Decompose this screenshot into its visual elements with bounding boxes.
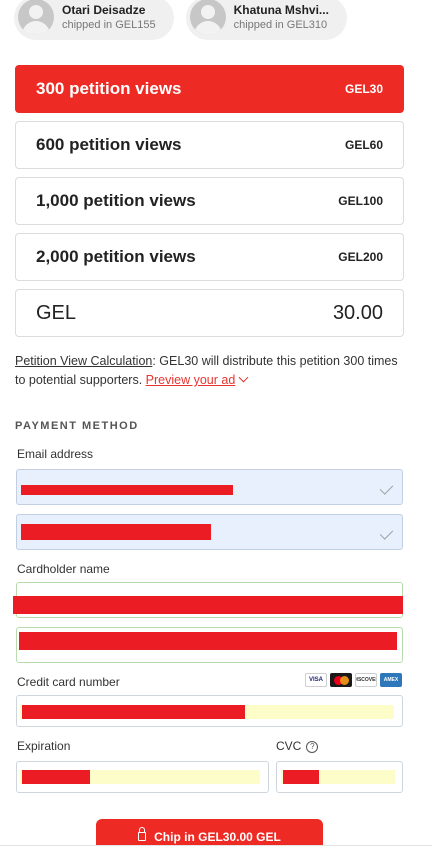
chip-in-label: Chip in GEL30.00 GEL (154, 830, 281, 844)
check-icon (379, 526, 394, 540)
supporter-chip: Otari Deisadze chipped in GEL155 (14, 0, 174, 40)
supporter-note: chipped in GEL310 (233, 18, 328, 31)
tier-option-300[interactable]: 300 petition views GEL30 (15, 65, 404, 113)
cvc-label: CVC? (276, 739, 319, 753)
chevron-down-icon[interactable] (238, 372, 249, 383)
card-number-field[interactable] (16, 695, 403, 727)
redaction-bar (22, 770, 90, 784)
card-number-label: Credit card number (17, 675, 120, 689)
email-label: Email address (17, 447, 94, 461)
avatar (189, 0, 226, 35)
mastercard-icon (330, 673, 352, 687)
redaction-bar (21, 524, 211, 540)
preview-ad-link[interactable]: Preview your ad (146, 373, 236, 387)
help-icon[interactable]: ? (306, 740, 319, 753)
redaction-bar (283, 770, 319, 784)
card-brand-icons: VISA DISCOVER AMEX (305, 673, 402, 687)
tier-label: 1,000 petition views (36, 191, 196, 210)
calculation-text: Petition View Calculation: GEL30 will di… (15, 352, 400, 390)
cardholder-label: Cardholder name (17, 562, 110, 576)
supporter-name: Otari Deisadze (62, 2, 146, 17)
calculation-link[interactable]: Petition View Calculation (15, 354, 152, 368)
tier-label: 300 petition views (36, 79, 182, 98)
email-field[interactable] (16, 469, 403, 505)
tier-option-2000[interactable]: 2,000 petition views GEL200 (15, 233, 404, 281)
redaction-bar (13, 596, 403, 614)
cardholder-second-field[interactable] (16, 627, 403, 663)
currency-label: GEL (36, 301, 77, 324)
redaction-bar (19, 632, 397, 650)
expiration-label: Expiration (17, 739, 71, 753)
tier-label: 600 petition views (36, 135, 182, 154)
tier-label: 2,000 petition views (36, 247, 196, 266)
custom-amount-input[interactable]: GEL 30.00 (15, 289, 404, 337)
redaction-bar (22, 705, 245, 719)
supporter-chip: Khatuna Mshvi... chipped in GEL310 (185, 0, 347, 40)
email-confirm-field[interactable] (16, 514, 403, 550)
tier-option-600[interactable]: 600 petition views GEL60 (15, 121, 404, 169)
avatar (18, 0, 54, 35)
amex-icon: AMEX (380, 673, 402, 687)
supporters-row: Otari Deisadze chipped in GEL155 Khatuna… (14, 0, 347, 40)
tier-price: GEL100 (338, 194, 383, 208)
discover-icon: DISCOVER (355, 673, 377, 687)
tier-option-1000[interactable]: 1,000 petition views GEL100 (15, 177, 404, 225)
expiration-field[interactable] (16, 761, 269, 793)
chip-in-button[interactable]: Chip in GEL30.00 GEL (96, 819, 323, 846)
lock-icon (138, 827, 147, 841)
tier-price: GEL30 (344, 82, 383, 96)
tier-price: GEL200 (338, 250, 383, 264)
supporter-note: chipped in GEL155 (62, 18, 156, 31)
redaction-bar (21, 485, 233, 495)
check-icon (379, 481, 394, 495)
visa-icon: VISA (305, 673, 327, 687)
supporter-name: Khatuna Mshvi... (233, 2, 329, 17)
payment-method-heading: PAYMENT METHOD (15, 420, 139, 432)
amount-value: 30.00 (332, 301, 383, 324)
tier-price: GEL60 (344, 138, 383, 152)
cvc-field[interactable] (276, 761, 403, 793)
